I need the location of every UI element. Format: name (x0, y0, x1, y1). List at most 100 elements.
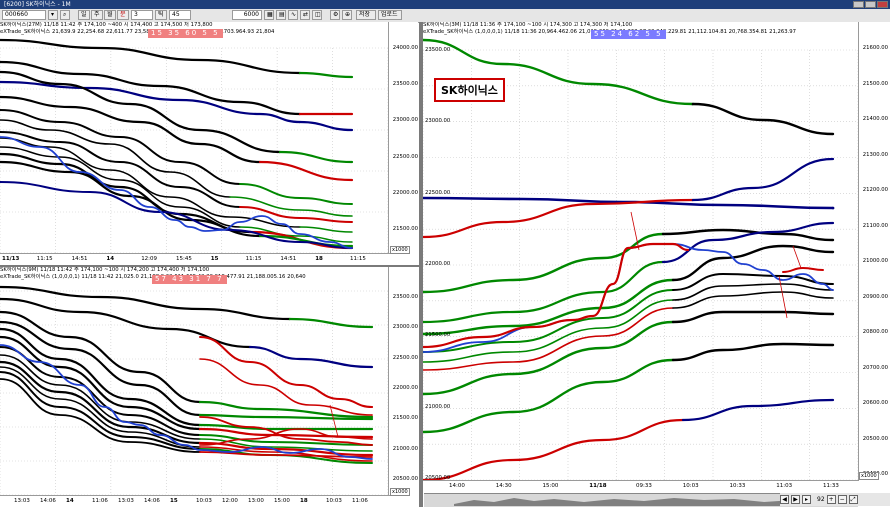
search-icon[interactable]: ⌕ (60, 10, 70, 20)
x-tick: 18 (315, 256, 323, 262)
unit-label-tl: x1000 (390, 246, 410, 254)
scroll-left-icon[interactable]: ◀ (780, 495, 789, 504)
series-line (288, 317, 374, 329)
close-icon[interactable] (877, 1, 888, 8)
y-tick: 21000.00 (392, 445, 418, 452)
header-line-r: SK하이닉스(3M) 11/18 11:36 주 174,100 ~100 시 … (423, 22, 633, 28)
x-tick: 13:00 (248, 498, 264, 504)
y-tick-left: 23000.00 (425, 118, 451, 125)
x-tick: 18 (300, 498, 308, 504)
series-line (298, 71, 354, 79)
series-line (0, 137, 301, 228)
x-tick: 10:03 (196, 498, 212, 504)
series-line (423, 418, 685, 482)
price-line-red (782, 266, 824, 273)
y-axis-r: 21600.00 21500.00 21400.00 21300.00 21200.00… (858, 22, 890, 482)
signal-badge-bl: 57 43 31 7 7 (152, 275, 227, 284)
y-tick: 22000.00 (392, 385, 418, 391)
series-line (248, 345, 374, 369)
x-tick: 14:51 (71, 256, 88, 262)
settings-icon[interactable]: ⚙ (330, 10, 340, 20)
upload-button[interactable]: 업로드 (378, 10, 402, 20)
chart-pane-bottom-left[interactable]: SK하이닉스(9M) 11/18 11:42 주 174,100 ~100 시 … (0, 267, 418, 507)
y-tick: 20500.00 (862, 435, 888, 442)
period-month-button[interactable]: 월 (104, 10, 116, 20)
zoom-value: 92 (817, 496, 825, 503)
grid-icon[interactable]: ▦ (264, 10, 274, 20)
y-tick: 20900.00 (862, 293, 888, 300)
maximize-icon[interactable] (865, 1, 876, 8)
series-line (661, 221, 835, 264)
chart-pane-top-left[interactable]: SK하이닉스(27M) 11/18 11:42 주 174,100 ~400 시… (0, 22, 418, 265)
price-line (423, 243, 834, 353)
y-tick: 21400.00 (862, 116, 888, 122)
y-tick-left: 22500.00 (425, 189, 451, 196)
y-tick: 21500.00 (392, 415, 418, 422)
indicator-icon[interactable]: ∿ (288, 10, 298, 20)
period-week-button[interactable]: 주 (91, 10, 103, 20)
y-tick: 23500.00 (392, 294, 418, 300)
series-line (423, 358, 675, 434)
zoom-in-icon[interactable]: + (826, 495, 836, 504)
y-tick: 20800.00 (862, 329, 888, 335)
series-line (298, 120, 354, 132)
y-tick-left: 23500.00 (425, 47, 451, 53)
minimize-icon[interactable] (853, 1, 864, 8)
x-tick: 15 (210, 256, 219, 262)
x-tick: 11:03 (776, 483, 793, 489)
stock-code-input[interactable]: 000660 (2, 10, 46, 20)
series-line (671, 310, 835, 324)
x-tick: 11:06 (352, 498, 368, 504)
series-line (672, 283, 834, 301)
x-tick: 11/18 (589, 483, 607, 489)
scroll-end-icon[interactable]: ▸ (802, 495, 811, 504)
y-tick: 22000.00 (392, 189, 418, 196)
y-tick: 21500.00 (862, 80, 888, 87)
y-tick: 20600.00 (862, 400, 888, 406)
header-line-tl: SK하이닉스(27M) 11/18 11:42 주 174,100 ~400 시… (0, 22, 213, 28)
stock-name-banner: SK하이닉스 (434, 78, 505, 102)
zoom-out-icon[interactable]: − (837, 495, 847, 504)
y-tick-left: 21000.00 (425, 403, 451, 410)
y-axis-bl: 23500.00 23000.00 22500.00 22000.00 21500.00… (388, 267, 418, 495)
x-tick: 12:00 (222, 498, 238, 504)
x-tick: 11/13 (2, 256, 20, 262)
y-tick: 21600.00 (862, 45, 888, 51)
header-line-bl: SK하이닉스(9M) 11/18 11:42 주 174,100 ~100 시 … (0, 267, 210, 273)
annotation-arrow (792, 245, 802, 269)
chart-canvas-tl[interactable] (0, 22, 388, 265)
minute-input[interactable]: 3 (131, 10, 153, 20)
series-line (0, 366, 201, 448)
chart-icon[interactable]: ▤ (276, 10, 286, 20)
x-tick: 14:06 (40, 498, 56, 504)
dropdown-icon[interactable]: ▾ (48, 10, 58, 20)
x-tick: 15:45 (176, 256, 192, 262)
series-line (691, 157, 835, 202)
zoom-icon[interactable]: ⊕ (342, 10, 352, 20)
fit-icon[interactable]: ⤢ (848, 495, 858, 504)
x-tick: 10:03 (326, 498, 342, 504)
y-tick: 21000.00 (862, 258, 888, 264)
x-tick: 15:00 (542, 483, 559, 489)
period-tick-button[interactable]: 틱 (155, 10, 167, 20)
x-tick: 11:15 (245, 256, 262, 262)
period-day-button[interactable]: 일 (78, 10, 90, 20)
scroll-right-icon[interactable]: ▶ (791, 495, 800, 504)
x-tick: 11:15 (350, 256, 366, 262)
unit-label-bl: x1000 (390, 488, 410, 496)
toolbar: 000660 ▾ ⌕ 일 주 월 분 3 틱 45 6000 ▦ ▤ ∿ ⇄ ◫… (0, 9, 890, 23)
x-tick: 10:03 (682, 483, 699, 489)
qty-input[interactable]: 6000 (232, 10, 262, 20)
series-line (423, 198, 695, 239)
y-tick: 23000.00 (392, 324, 418, 331)
save-button[interactable]: 저장 (356, 10, 376, 20)
compare-icon[interactable]: ⇄ (300, 10, 310, 20)
y-tick: 21200.00 (862, 187, 888, 193)
layout-icon[interactable]: ◫ (312, 10, 322, 20)
tick-input[interactable]: 45 (169, 10, 191, 20)
series-line (0, 285, 292, 321)
y-tick: 23500.00 (392, 81, 418, 88)
y-tick: 20500.00 (392, 476, 418, 482)
period-minute-button[interactable]: 분 (117, 10, 129, 20)
chart-canvas-bl[interactable] (0, 267, 388, 507)
